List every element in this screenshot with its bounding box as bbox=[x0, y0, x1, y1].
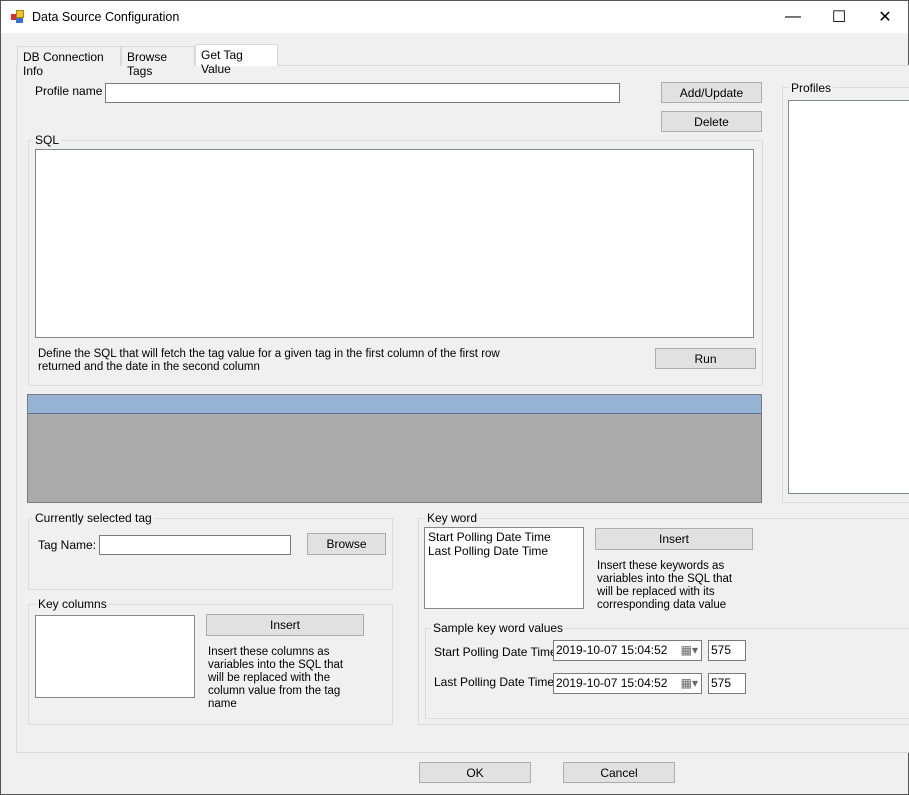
minimize-button[interactable]: — bbox=[770, 1, 816, 33]
results-grid-header bbox=[28, 395, 761, 414]
calendar-dropdown-icon[interactable]: ▦▾ bbox=[681, 676, 698, 690]
tab-get-tag-value[interactable]: Get Tag Value bbox=[195, 44, 278, 76]
start-polling-number[interactable]: 575 bbox=[708, 640, 746, 661]
browse-button[interactable]: Browse bbox=[307, 533, 386, 555]
start-polling-label: Start Polling Date Time: bbox=[434, 645, 561, 659]
sql-label: SQL bbox=[33, 133, 62, 147]
maximize-button[interactable]: ☐ bbox=[816, 1, 862, 33]
sql-hint: Define the SQL that will fetch the tag v… bbox=[38, 348, 500, 373]
last-polling-datetime[interactable]: 2019-10-07 15:04:52 ▦▾ bbox=[553, 673, 702, 694]
current-tag-label: Currently selected tag bbox=[33, 511, 154, 525]
results-grid[interactable] bbox=[27, 394, 762, 503]
start-polling-datetime[interactable]: 2019-10-07 15:04:52 ▦▾ bbox=[553, 640, 702, 661]
sample-label: Sample key word values bbox=[431, 621, 566, 635]
tab-db-connection-info[interactable]: DB Connection Info bbox=[17, 46, 121, 78]
ok-button[interactable]: OK bbox=[419, 762, 531, 783]
key-word-hint: Insert these keywords as variables into … bbox=[597, 560, 733, 611]
key-word-item[interactable]: Start Polling Date Time bbox=[428, 530, 580, 544]
last-polling-value: 2019-10-07 15:04:52 bbox=[556, 676, 668, 690]
profiles-list[interactable] bbox=[788, 100, 909, 494]
profile-name-input[interactable] bbox=[105, 83, 620, 103]
cancel-button[interactable]: Cancel bbox=[563, 762, 675, 783]
key-word-label: Key word bbox=[425, 511, 480, 525]
run-button[interactable]: Run bbox=[655, 348, 756, 369]
calendar-dropdown-icon[interactable]: ▦▾ bbox=[681, 643, 698, 657]
add-update-button[interactable]: Add/Update bbox=[661, 82, 762, 103]
tag-name-label: Tag Name: bbox=[38, 538, 97, 552]
tab-browse-tags[interactable]: Browse Tags bbox=[121, 46, 195, 78]
key-columns-label: Key columns bbox=[36, 597, 109, 611]
key-columns-hint: Insert these columns as variables into t… bbox=[208, 646, 344, 710]
key-word-insert-button[interactable]: Insert bbox=[595, 528, 753, 550]
tag-name-input[interactable] bbox=[99, 535, 291, 555]
sql-textarea[interactable] bbox=[35, 149, 754, 338]
delete-button[interactable]: Delete bbox=[661, 111, 762, 132]
key-columns-insert-button[interactable]: Insert bbox=[206, 614, 364, 636]
window-title: Data Source Configuration bbox=[32, 10, 180, 24]
close-button[interactable]: ✕ bbox=[862, 1, 908, 33]
profiles-label: Profiles bbox=[789, 81, 834, 95]
last-polling-number[interactable]: 575 bbox=[708, 673, 746, 694]
app-icon bbox=[11, 10, 25, 24]
last-polling-label: Last Polling Date Time: bbox=[434, 675, 558, 689]
start-polling-value: 2019-10-07 15:04:52 bbox=[556, 643, 668, 657]
key-word-list[interactable]: Start Polling Date Time Last Polling Dat… bbox=[424, 527, 584, 609]
key-columns-list[interactable] bbox=[35, 615, 195, 698]
profile-name-label: Profile name bbox=[35, 84, 103, 98]
key-word-item[interactable]: Last Polling Date Time bbox=[428, 544, 580, 558]
